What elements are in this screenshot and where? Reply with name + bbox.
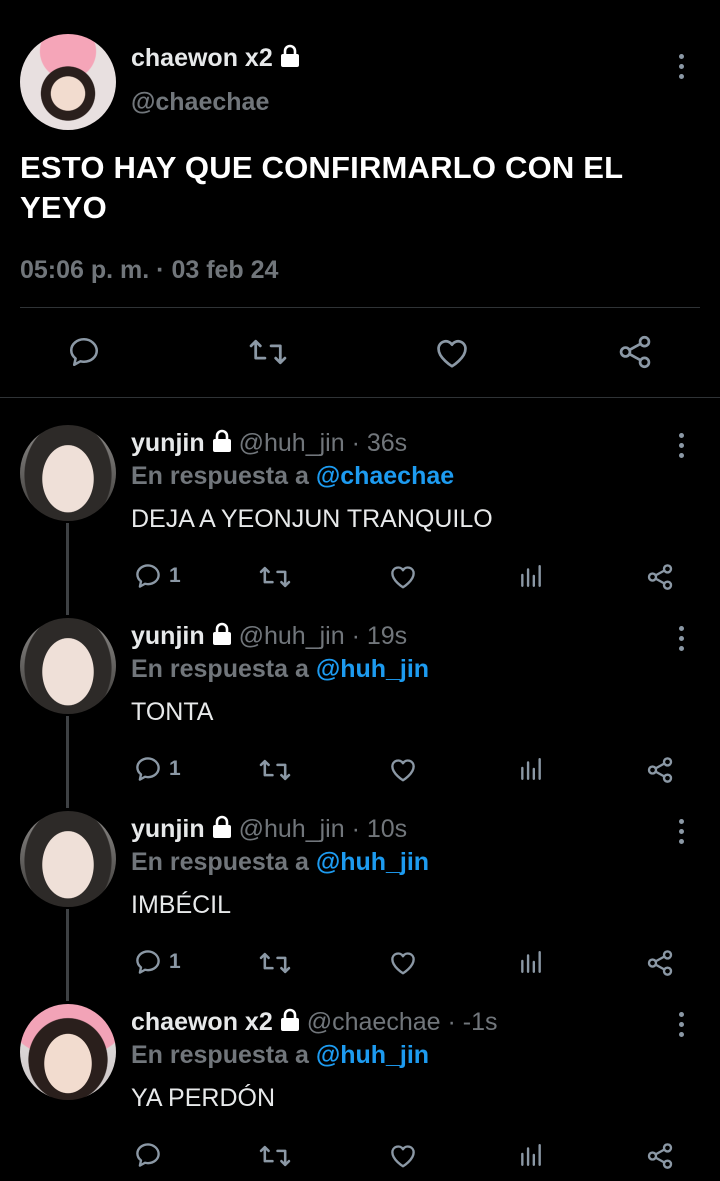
retweet-icon[interactable] — [258, 756, 292, 784]
mention-link[interactable]: @huh_jin — [316, 1041, 429, 1069]
analytics-icon[interactable] — [518, 949, 544, 975]
lock-icon — [279, 44, 301, 68]
author-name[interactable]: chaewon x2 — [131, 44, 301, 73]
main-tweet: chaewon x2 @chaechae ESTO HAY QUE CONFIR… — [0, 0, 720, 398]
author-handle[interactable]: @huh_jin — [239, 815, 345, 843]
author-handle[interactable]: @chaechae — [307, 1008, 441, 1036]
comment-icon — [133, 561, 163, 591]
reply-count: 1 — [169, 564, 181, 587]
reply-time: · 10s — [351, 815, 408, 843]
retweet-icon[interactable] — [258, 563, 292, 591]
tweet-text: YA PERDÓN — [131, 1084, 276, 1112]
tweet-actions: 1 — [0, 754, 720, 788]
tweet-text: DEJA A YEONJUN TRANQUILO — [131, 505, 493, 533]
reply-tweet[interactable]: yunjin @huh_jin · 10s En respuesta a @huh… — [0, 811, 720, 1004]
comment-button[interactable]: 1 — [133, 754, 181, 784]
share-icon[interactable] — [645, 1141, 675, 1171]
avatar[interactable] — [20, 425, 116, 521]
more-options-icon[interactable] — [678, 819, 684, 844]
author-name[interactable]: chaewon x2 — [131, 1008, 273, 1036]
in-reply-to: En respuesta a @huh_jin — [131, 1041, 430, 1069]
reply-count: 1 — [169, 950, 181, 973]
reply-time: · 19s — [351, 622, 408, 650]
in-reply-to: En respuesta a @chaechae — [131, 462, 455, 490]
author-handle[interactable]: @huh_jin — [239, 622, 345, 650]
retweet-icon[interactable] — [258, 1142, 292, 1170]
more-options-icon[interactable] — [678, 433, 684, 458]
share-icon[interactable] — [645, 948, 675, 978]
share-icon[interactable] — [645, 562, 675, 592]
author-name[interactable]: yunjin — [131, 429, 205, 457]
lock-icon — [279, 1008, 301, 1032]
share-icon[interactable] — [616, 333, 654, 371]
in-reply-to: En respuesta a @huh_jin — [131, 655, 430, 683]
comment-button[interactable] — [133, 1140, 169, 1170]
like-icon[interactable] — [388, 562, 418, 590]
analytics-icon[interactable] — [518, 1142, 544, 1168]
author-handle[interactable]: @chaechae — [131, 88, 269, 117]
reply-header: chaewon x2 @chaechae · -1s — [131, 1008, 498, 1037]
mention-link[interactable]: @huh_jin — [316, 655, 429, 683]
comment-icon[interactable] — [66, 334, 102, 370]
reply-time: · -1s — [447, 1008, 498, 1036]
share-icon[interactable] — [645, 755, 675, 785]
lock-icon — [211, 429, 233, 453]
author-handle[interactable]: @huh_jin — [239, 429, 345, 457]
avatar[interactable] — [20, 811, 116, 907]
reply-tweet[interactable]: yunjin @huh_jin · 19s En respuesta a @huh… — [0, 618, 720, 811]
avatar[interactable] — [20, 1004, 116, 1100]
reply-header: yunjin @huh_jin · 10s — [131, 815, 407, 844]
like-icon[interactable] — [388, 948, 418, 976]
mention-link[interactable]: @chaechae — [316, 462, 454, 490]
tweet-actions — [0, 1140, 720, 1174]
reply-header: yunjin @huh_jin · 19s — [131, 622, 407, 651]
mention-link[interactable]: @huh_jin — [316, 848, 429, 876]
tweet-timestamp: 05:06 p. m. · 03 feb 24 — [20, 256, 279, 284]
avatar[interactable] — [20, 618, 116, 714]
retweet-icon[interactable] — [248, 335, 288, 369]
like-icon[interactable] — [388, 755, 418, 783]
reply-tweet[interactable]: chaewon x2 @chaechae · -1s En respuesta a… — [0, 1004, 720, 1181]
analytics-icon[interactable] — [518, 756, 544, 782]
more-options-icon[interactable] — [678, 1012, 684, 1037]
retweet-icon[interactable] — [258, 949, 292, 977]
author-name[interactable]: yunjin — [131, 622, 205, 650]
comment-icon — [133, 947, 163, 977]
reply-time: · 36s — [351, 429, 408, 457]
divider — [0, 397, 720, 398]
more-options-icon[interactable] — [678, 54, 684, 79]
in-reply-to: En respuesta a @huh_jin — [131, 848, 430, 876]
comment-button[interactable]: 1 — [133, 561, 181, 591]
author-name[interactable]: yunjin — [131, 815, 205, 843]
reply-count: 1 — [169, 757, 181, 780]
like-icon[interactable] — [433, 334, 471, 370]
more-options-icon[interactable] — [678, 626, 684, 651]
comment-icon — [133, 754, 163, 784]
tweet-text: TONTA — [131, 698, 214, 726]
tweet-actions — [0, 330, 720, 376]
like-icon[interactable] — [388, 1141, 418, 1169]
reply-header: yunjin @huh_jin · 36s — [131, 429, 407, 458]
comment-button[interactable]: 1 — [133, 947, 181, 977]
tweet-actions: 1 — [0, 947, 720, 981]
tweet-actions: 1 — [0, 561, 720, 595]
lock-icon — [211, 815, 233, 839]
reply-tweet[interactable]: yunjin @huh_jin · 36s En respuesta a @cha… — [0, 425, 720, 618]
lock-icon — [211, 622, 233, 646]
analytics-icon[interactable] — [518, 563, 544, 589]
tweet-text: IMBÉCIL — [131, 891, 232, 919]
avatar[interactable] — [20, 34, 116, 130]
divider — [20, 307, 700, 308]
comment-icon — [133, 1140, 163, 1170]
tweet-text: ESTO HAY QUE CONFIRMARLO CON EL YEYO — [20, 150, 623, 225]
